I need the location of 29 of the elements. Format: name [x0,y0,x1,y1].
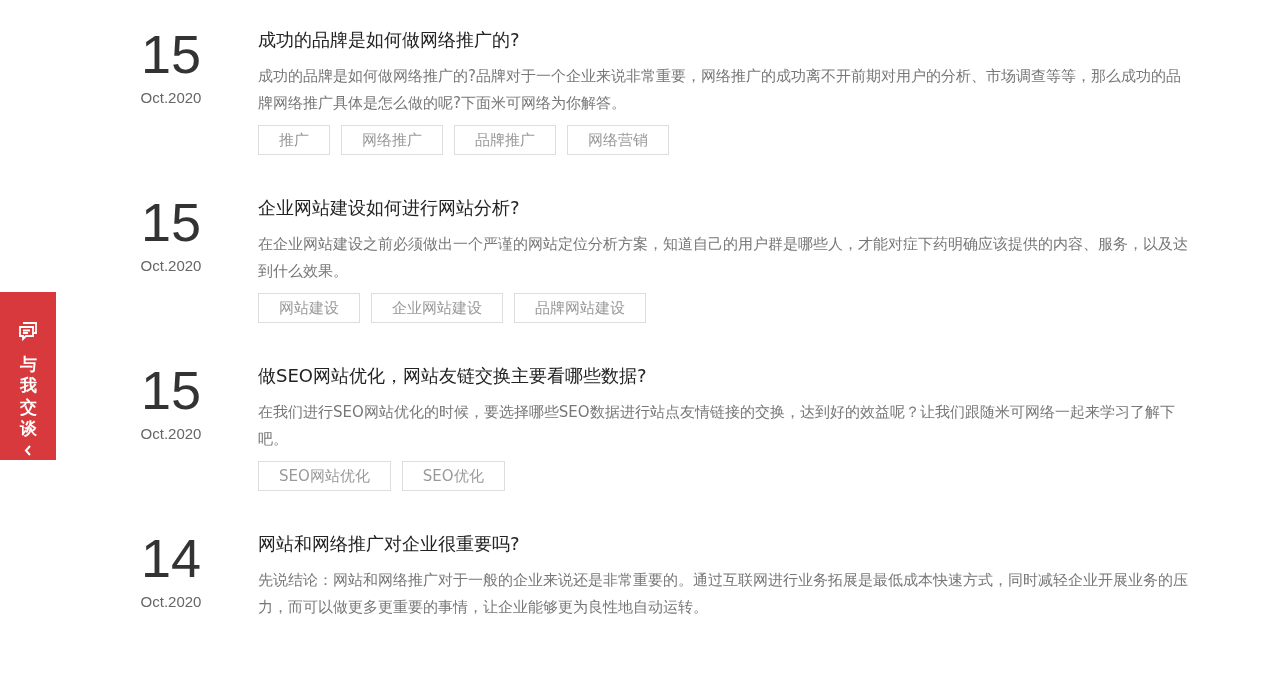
chat-icon [17,320,39,342]
date-day: 14 [140,529,202,587]
article-summary: 在我们进行SEO网站优化的时候，要选择哪些SEO数据进行站点友情链接的交换，达到好的效益呢？让我们跟随米可网络一起来学习了解下吧。 [258,402,1176,450]
tag-link[interactable]: SEO网站优化 [258,461,391,491]
date-day: 15 [140,361,202,419]
chevron-left-icon[interactable] [24,445,32,456]
article-title[interactable]: 做SEO网站优化，网站友链交换主要看哪些数据? [258,361,1193,391]
tag-link[interactable]: 企业网站建设 [371,293,503,323]
chat-label: 与我交谈 [19,354,37,439]
article-summary: 成功的品牌是如何做网络推广的?品牌对于一个企业来说非常重要，网络推广的成功离不开前期对用户的分析、市场调查等等，那么成功的品牌网络推广具体是怎么做的呢?下面米可网络为你解答。 [258,66,1182,114]
tag-link[interactable]: 品牌网站建设 [514,293,646,323]
tag-link[interactable]: SEO优化 [401,461,505,491]
tag-link[interactable]: 网络推广 [341,125,443,155]
article-title[interactable]: 网站和网络推广对企业很重要吗? [258,529,1193,559]
chat-side-tab[interactable]: 与我交谈 [0,292,56,460]
tag-link[interactable]: 网站建设 [258,293,360,323]
article-summary: 在企业网站建设之前必须做出一个严谨的网站定位分析方案，知道自己的用户群是哪些人，才能对症下药明确应该提供的内容、服务，以及达到什么效果。 [258,234,1189,282]
article-title[interactable]: 企业网站建设如何进行网站分析? [258,193,1193,223]
tag-link[interactable]: 推广 [258,125,330,155]
date-month: Oct.2020 [140,257,202,274]
date-month: Oct.2020 [140,593,202,610]
date-month: Oct.2020 [140,89,202,106]
article-summary: 先说结论：网站和网络推广对于一般的企业来说还是非常重要的。通过互联网进行业务拓展是最低成本快速方式，同时减轻企业开展业务的压力，而可以做更多更重要的事情，让企业能够更为良性地自动运转。 [258,570,1189,618]
date-month: Oct.2020 [140,425,202,442]
date-day: 15 [140,25,202,83]
tag-link[interactable]: 网络营销 [567,125,669,155]
tag-link[interactable]: 品牌推广 [454,125,556,155]
article-title[interactable]: 成功的品牌是如何做网络推广的? [258,25,1193,55]
date-day: 15 [140,193,202,251]
